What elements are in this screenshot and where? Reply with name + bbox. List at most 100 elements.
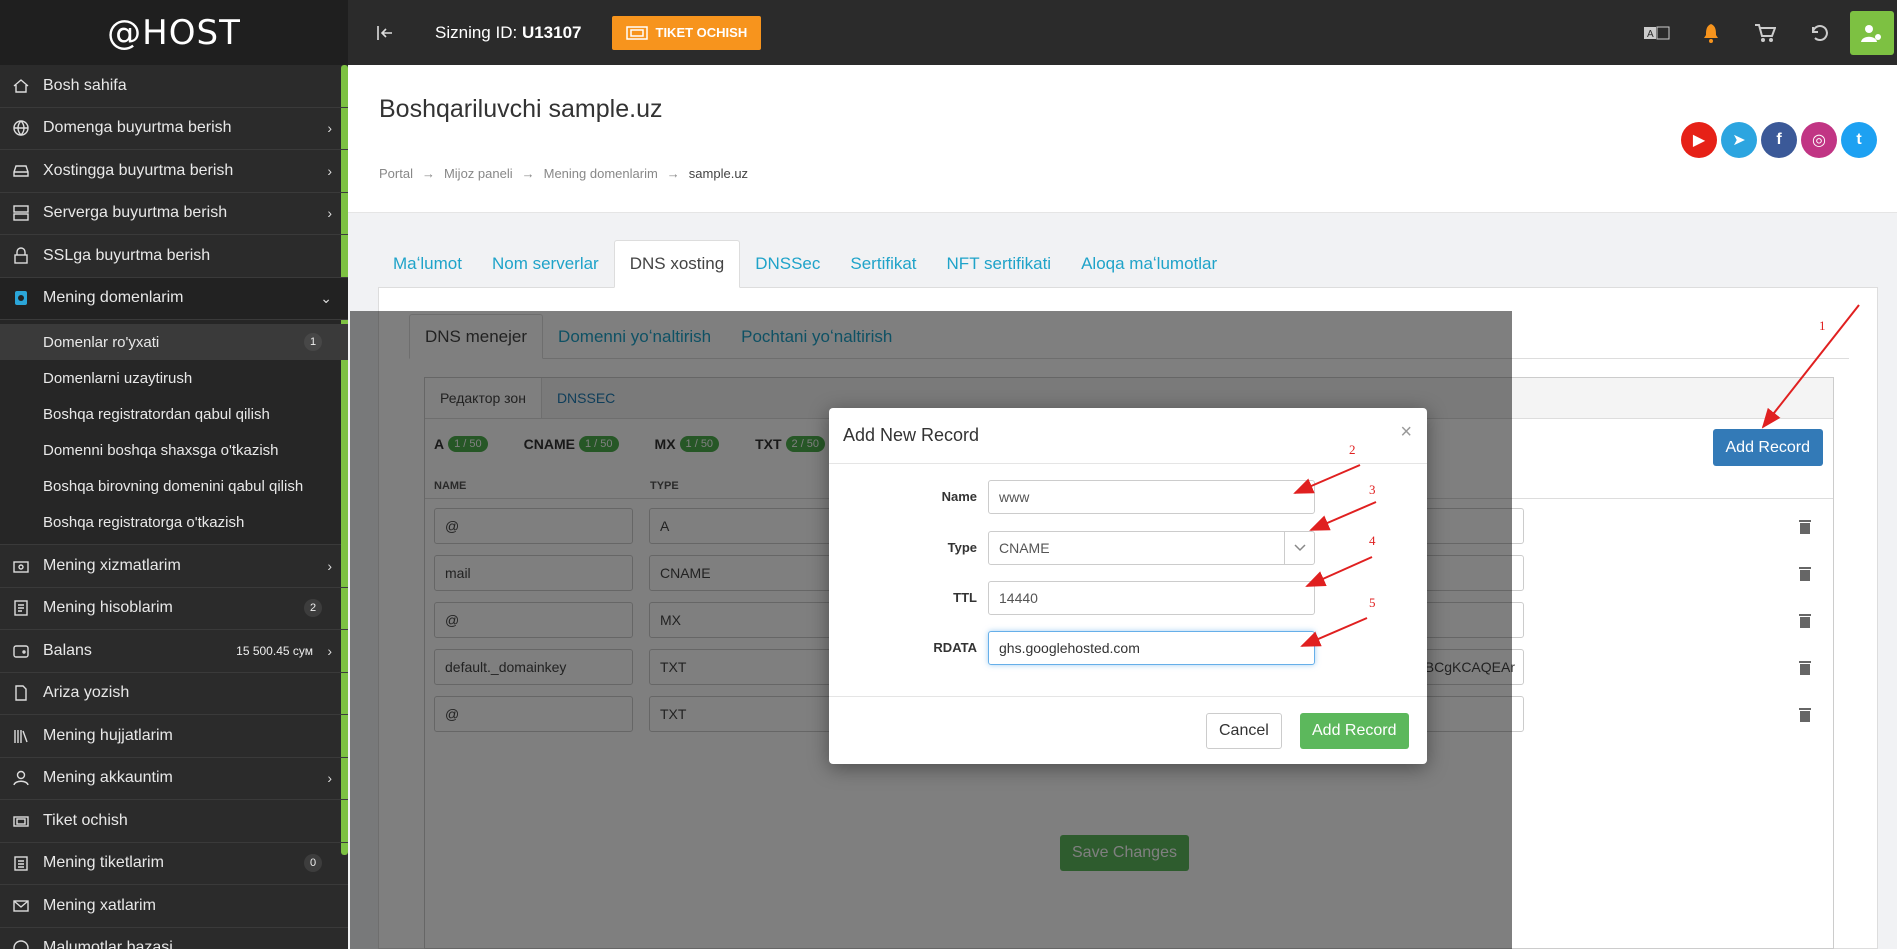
sidebar-item-server-order[interactable]: Serverga buyurtma berish › [0,193,348,235]
sidebar-item-knowledgebase[interactable]: Malumotlar bazasi [0,928,348,949]
chevron-right-icon: › [327,557,332,574]
client-id: Sizning ID: U13107 [435,23,582,43]
sidebar-subitem-label: Domenlarni uzaytirush [43,369,193,387]
youtube-icon[interactable]: ▶ [1681,122,1717,158]
sidebar-item-hosting-order[interactable]: Xostingga buyurtma berish › [0,150,348,193]
ttl-field-row: TTL 14440 [829,581,1427,615]
chevron-right-icon: › [327,120,332,137]
sidebar-subitem-renew[interactable]: Domenlarni uzaytirush [0,360,348,396]
user-settings-icon[interactable] [1850,10,1894,55]
breadcrumb-portal[interactable]: Portal [379,166,413,181]
hdd-icon [12,162,30,180]
trash-icon[interactable] [1798,706,1812,722]
sidebar-item-ssl-order[interactable]: SSLga buyurtma berish [0,235,348,278]
chevron-down-icon[interactable] [1284,532,1314,564]
sidebar-item-domain-order[interactable]: Domenga buyurtma berish › [0,108,348,150]
trash-icon[interactable] [1798,565,1812,581]
trash-icon[interactable] [1798,659,1812,675]
name-input[interactable]: www [988,480,1315,514]
sidebar-item-application[interactable]: Ariza yozish [0,673,348,715]
domain-icon [12,289,30,307]
sidebar-item-label: Domenga buyurtma berish [43,119,232,137]
trash-icon[interactable] [1798,518,1812,534]
logo[interactable]: @HOST [0,0,348,65]
ttl-input[interactable]: 14440 [988,581,1315,615]
domain-tabs: Maʻlumot Nom serverlar DNS xosting DNSSe… [378,240,1878,288]
sidebar-subitem-accept[interactable]: Boshqa birovning domenini qabul qilish [0,468,348,504]
sidebar-item-invoices[interactable]: Mening hisoblarim 2 [0,588,348,630]
file-icon [12,684,30,702]
tab-info[interactable]: Maʻlumot [378,240,477,288]
undo-icon[interactable] [1792,0,1846,65]
sidebar-item-documents[interactable]: Mening hujjatlarim [0,715,348,758]
name-label: Name [941,489,977,504]
trash-icon[interactable] [1798,612,1812,628]
tab-certificate[interactable]: Sertifikat [835,240,931,288]
bell-icon[interactable] [1684,0,1738,65]
chevron-right-icon: › [327,162,332,179]
topbar: Sizning ID: U13107 TIKET OCHISH A [348,0,1897,65]
globe-icon [12,119,30,137]
sidebar-item-open-ticket[interactable]: Tiket ochish [0,800,348,843]
sidebar-subitem-label: Domenlar ro'yxati [43,333,160,351]
submit-add-record-button[interactable]: Add Record [1300,713,1409,749]
sidebar-item-label: Mening xatlarim [43,896,156,914]
sidebar-item-label: SSLga buyurtma berish [43,246,211,264]
instagram-icon[interactable]: ◎ [1801,122,1837,158]
add-record-button[interactable]: Add Record [1712,429,1823,466]
tab-dns-hosting[interactable]: DNS xosting [613,240,741,288]
twitter-icon[interactable]: t [1841,122,1877,158]
sidebar-subitem-transfer-person[interactable]: Domenni boshqa shaxsga o'tkazish [0,432,348,468]
services-icon [12,557,30,575]
chevron-right-icon: › [327,205,332,222]
modal-header: Add New Record × [829,408,1427,464]
sidebar-subitem-transfer-out[interactable]: Boshqa registratorga o'tkazish [0,504,348,540]
rdata-input[interactable]: ghs.googlehosted.com [988,631,1315,665]
topbar-actions: A [1630,0,1897,65]
invoice-icon [12,599,30,617]
translate-icon[interactable]: A [1630,0,1684,65]
ttl-label: TTL [953,590,977,605]
ticket-icon [625,25,648,40]
server-icon [12,204,30,222]
breadcrumb-client-panel[interactable]: Mijoz paneli [444,166,513,181]
sidebar: @HOST Bosh sahifa Domenga buyurtma beris… [0,0,348,949]
sidebar-item-my-tickets[interactable]: Mening tiketlarim 0 [0,843,348,885]
close-icon[interactable]: × [1400,421,1412,444]
cancel-button[interactable]: Cancel [1206,713,1282,749]
rdata-label: RDATA [933,640,977,655]
rdata-field-row: RDATA ghs.googlehosted.com [829,631,1427,665]
arrow-right-icon: → [521,166,535,181]
sidebar-item-account[interactable]: Mening akkauntim › [0,758,348,800]
type-select[interactable]: CNAME [988,531,1315,565]
breadcrumb-my-domains[interactable]: Mening domenlarim [544,166,658,181]
sidebar-item-mail[interactable]: Mening xatlarim [0,885,348,928]
sidebar-item-my-domains[interactable]: Mening domenlarim ⌄ [0,277,348,320]
collapse-sidebar-icon[interactable] [375,23,395,43]
sidebar-item-label: Mening tiketlarim [43,854,164,872]
sidebar-subitem-transfer-in[interactable]: Boshqa registratordan qabul qilish [0,396,348,432]
tab-dnssec[interactable]: DNSSec [740,240,835,288]
open-ticket-button[interactable]: TIKET OCHISH [611,15,762,50]
tab-contacts[interactable]: Aloqa maʻlumotlar [1066,240,1232,288]
sidebar-item-label: Mening domenlarim [43,289,184,307]
breadcrumb-current: sample.uz [688,166,749,181]
cart-icon[interactable] [1738,0,1792,65]
count-badge: 0 [304,854,322,873]
sidebar-item-label: Malumotlar bazasi [43,939,173,949]
sidebar-item-label: Mening akkauntim [43,769,173,787]
facebook-icon[interactable]: f [1761,122,1797,158]
sidebar-subitem-domain-list[interactable]: Domenlar ro'yxati 1 [0,324,348,360]
sidebar-item-balance[interactable]: Balans 15 500.45 сум › [0,630,348,673]
sidebar-item-label: Tiket ochish [43,811,128,829]
sidebar-item-label: Bosh sahifa [43,76,127,94]
sidebar-item-home[interactable]: Bosh sahifa [0,65,348,108]
telegram-icon[interactable]: ➤ [1721,122,1757,158]
balance-amount: 15 500.45 сум [236,643,313,658]
tab-nft-certificate[interactable]: NFT sertifikati [932,240,1067,288]
type-select-value: CNAME [999,540,1050,556]
sidebar-item-label: Xostingga buyurtma berish [43,161,234,179]
tab-nameservers[interactable]: Nom serverlar [477,240,614,288]
sidebar-item-services[interactable]: Mening xizmatlarim › [0,545,348,588]
name-field-row: Name www [829,480,1427,514]
